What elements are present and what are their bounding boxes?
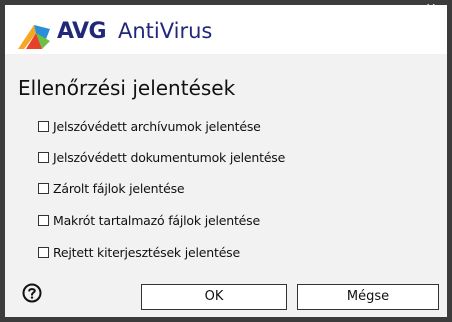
- option-label: Makrót tartalmazó fájlok jelentése: [53, 212, 260, 228]
- avg-logo-icon: [18, 25, 50, 49]
- option-macro-files[interactable]: Makrót tartalmazó fájlok jelentése: [38, 210, 260, 230]
- checkbox[interactable]: [38, 151, 49, 163]
- option-password-archives[interactable]: Jelszóvédett archívumok jelentése: [38, 116, 261, 136]
- checkbox[interactable]: [38, 214, 49, 226]
- checkbox[interactable]: [38, 120, 49, 132]
- ok-button[interactable]: OK: [141, 284, 287, 310]
- avg-wordmark: AVG: [57, 19, 107, 44]
- dialog-title: Ellenőrzési jelentések: [18, 76, 236, 100]
- dialog-body: AVG AntiVirus Ellenőrzési jelentések Jel…: [5, 5, 447, 317]
- option-label: Rejtett kiterjesztések jelentése: [53, 244, 240, 260]
- checkbox[interactable]: [38, 182, 49, 194]
- option-label: Jelszóvédett dokumentumok jelentése: [53, 149, 286, 165]
- checkbox[interactable]: [38, 246, 49, 258]
- option-label: Jelszóvédett archívumok jelentése: [53, 118, 261, 134]
- dialog-window: × AVG AntiVirus Ellenőrzési jelentések J…: [0, 0, 452, 322]
- option-locked-files[interactable]: Zárolt fájlok jelentése: [38, 178, 185, 198]
- cancel-button[interactable]: Mégse: [297, 284, 439, 310]
- product-name: AntiVirus: [118, 19, 213, 43]
- title-bar: AVG AntiVirus: [5, 5, 447, 54]
- help-icon[interactable]: [22, 283, 42, 303]
- option-hidden-extensions[interactable]: Rejtett kiterjesztések jelentése: [38, 242, 240, 262]
- option-password-documents[interactable]: Jelszóvédett dokumentumok jelentése: [38, 147, 285, 167]
- option-label: Zárolt fájlok jelentése: [53, 180, 185, 196]
